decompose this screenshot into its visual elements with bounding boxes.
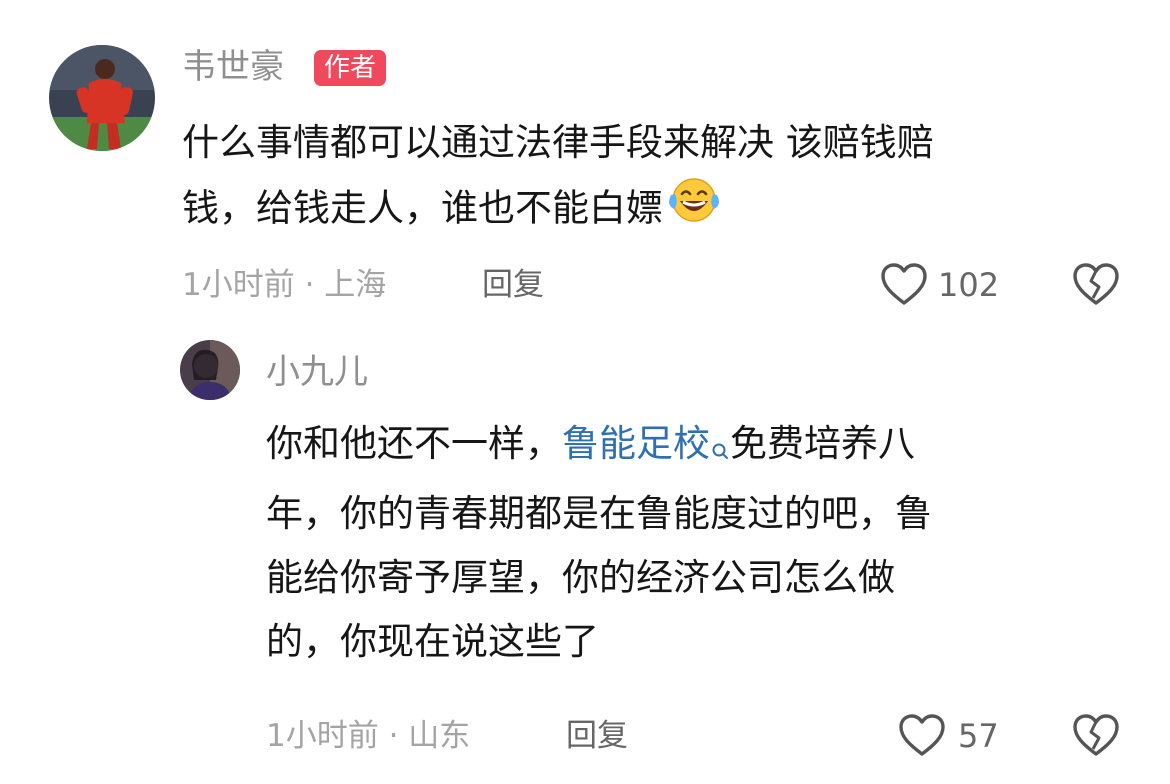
reply-dislike-button[interactable] [1068,713,1124,759]
comment-location: 上海 [324,267,387,303]
comment-text: 什么事情都可以通过法律手段来解决 该赔钱赔 钱，给钱走人，谁也不能白嫖 [182,111,1122,245]
reply-meta: 1小时前 · 山东 [266,716,470,756]
topic-link[interactable]: 鲁能足校 [562,422,710,465]
heart-icon [881,263,927,305]
user-photo [180,340,240,400]
reply-reply-button[interactable]: 回复 [566,716,628,756]
reply-line-text: 你和他还不一样， [266,422,562,465]
reply-line: 的，你现在说这些了 [266,620,599,663]
reply-author-name[interactable]: 小九儿 [266,352,368,392]
comment-time: 1小时前 [182,267,295,303]
reply-like-button[interactable] [894,713,950,759]
like-button[interactable] [876,262,932,308]
broken-heart-icon [1073,714,1119,756]
reply-button[interactable]: 回复 [482,265,544,305]
meta-separator: · [378,718,409,754]
reply-line: 年，你的青春期都是在鲁能度过的吧，鲁 [266,492,932,535]
like-count: 102 [938,266,1000,304]
reply-line: 你和他还不一样，鲁能足校 免费培养八 [266,412,1126,482]
comment-line: 钱，给钱走人，谁也不能白嫖 [182,175,1122,245]
reply-avatar[interactable] [180,340,240,400]
heart-icon [899,714,945,756]
broken-heart-icon [1073,263,1119,305]
reply-location: 山东 [408,718,471,754]
author-avatar[interactable] [49,45,155,151]
meta-separator: · [294,267,325,303]
comment-line-text: 钱，给钱走人，谁也不能白嫖 [182,186,663,230]
author-badge: 作者 [314,50,387,86]
reply-line: 能给你寄予厚望，你的经济公司怎么做 [266,556,895,599]
player-photo [49,45,155,151]
comment-line: 什么事情都可以通过法律手段来解决 该赔钱赔 [182,121,934,164]
comment-meta: 1小时前 · 上海 [182,265,386,305]
reply-text: 你和他还不一样，鲁能足校 免费培养八 年，你的青春期都是在鲁能度过的吧，鲁 能给你… [266,412,1126,674]
reply-like-count: 57 [958,717,999,755]
laughing-crying-emoji-icon [665,175,723,245]
dislike-button[interactable] [1068,262,1124,308]
reply-line-text: 免费培养八 [730,422,915,465]
reply-time: 1小时前 [266,718,379,754]
search-icon [710,418,730,482]
author-name[interactable]: 韦世豪 [182,47,284,87]
